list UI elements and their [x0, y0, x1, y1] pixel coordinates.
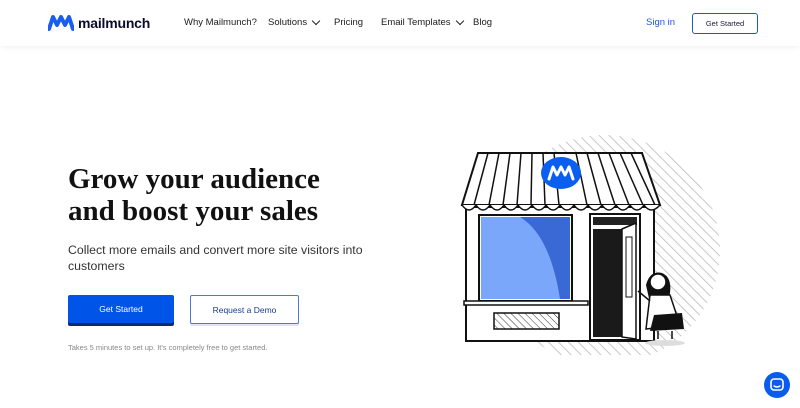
- header-get-started-button[interactable]: Get Started: [692, 13, 758, 34]
- chat-launcher-button[interactable]: [764, 372, 790, 398]
- nav-email-templates[interactable]: Email Templates: [381, 16, 464, 28]
- nav-solutions[interactable]: Solutions: [268, 16, 321, 28]
- request-demo-button[interactable]: Request a Demo: [190, 295, 299, 324]
- site-header: mailmunch Why Mailmunch? Solutions Prici…: [0, 0, 800, 46]
- store-logo-badge: [541, 157, 581, 189]
- nav-label: Blog: [473, 17, 493, 28]
- get-started-button[interactable]: Get Started: [68, 295, 174, 323]
- chevron-down-icon: [455, 16, 464, 26]
- nav-label: Why Mailmunch?: [184, 17, 257, 28]
- nav-blog[interactable]: Blog: [473, 17, 492, 28]
- shop-door: [589, 213, 641, 341]
- nav-label: Pricing: [334, 17, 364, 28]
- logo-text: mailmunch: [78, 15, 151, 31]
- mailmunch-logo-icon: [48, 15, 74, 31]
- chat-bubble-icon: [770, 378, 784, 391]
- chevron-down-icon: [311, 16, 321, 26]
- logo[interactable]: mailmunch: [48, 14, 150, 32]
- nav-label: Solutions: [268, 17, 308, 28]
- hero-headline: Grow your audience and boost your sales: [68, 163, 320, 227]
- nav-label: Email Templates: [381, 17, 451, 28]
- nav-pricing[interactable]: Pricing: [334, 17, 363, 28]
- setup-note: Takes 5 minutes to set up. It's complete…: [68, 343, 268, 352]
- storefront-illustration: [460, 135, 720, 355]
- hero-subtext: Collect more emails and convert more sit…: [68, 243, 363, 273]
- nav-why-mailmunch[interactable]: Why Mailmunch?: [184, 17, 257, 28]
- sign-in-link[interactable]: Sign in: [646, 17, 675, 28]
